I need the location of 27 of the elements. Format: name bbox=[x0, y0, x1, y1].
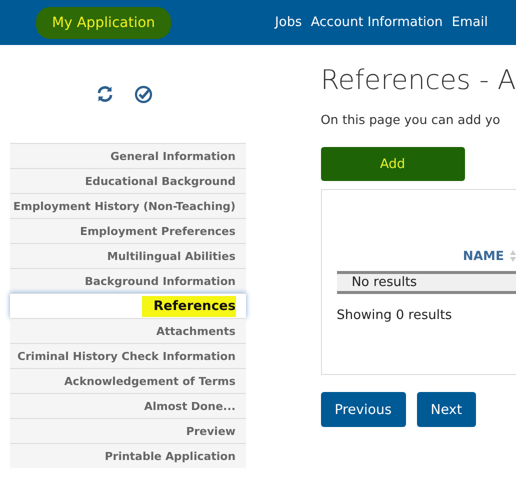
sidebar-item[interactable]: Multilingual Abilities bbox=[10, 243, 246, 268]
sidebar-item[interactable]: Attachments bbox=[10, 318, 246, 343]
previous-button[interactable]: Previous bbox=[320, 392, 406, 427]
add-button[interactable]: Add bbox=[320, 147, 465, 181]
refresh-icon[interactable] bbox=[96, 85, 114, 103]
sidebar-item[interactable]: Educational Background bbox=[10, 168, 246, 193]
nav-link[interactable]: Account Information bbox=[310, 15, 443, 30]
check-circle-icon[interactable] bbox=[134, 84, 153, 104]
sidebar-item[interactable]: Almost Done... bbox=[10, 393, 246, 418]
next-button[interactable]: Next bbox=[416, 392, 476, 427]
nav-link[interactable]: Email bbox=[452, 15, 488, 30]
sidebar-item[interactable]: References bbox=[10, 293, 246, 318]
sidebar-item[interactable]: Preview bbox=[10, 418, 246, 443]
sidebar-item[interactable]: Employment History (Non-Teaching) bbox=[10, 193, 246, 218]
intro-text: On this page you can add yo bbox=[320, 112, 502, 127]
table-cell-text: No results bbox=[350, 275, 417, 290]
sidebar-item[interactable]: Printable Application bbox=[10, 443, 246, 468]
sidebar-item[interactable]: General Information bbox=[10, 143, 246, 168]
sidebar-item[interactable]: Criminal History Check Information bbox=[10, 343, 246, 368]
page-title: References - A bbox=[320, 65, 516, 96]
sidebar-item[interactable]: Acknowledgement of Terms bbox=[10, 368, 246, 393]
results-summary: Showing 0 results bbox=[336, 308, 453, 323]
sidebar-item[interactable]: Employment Preferences bbox=[10, 218, 246, 243]
sidebar-item[interactable]: Background Information bbox=[10, 268, 246, 293]
brand-link[interactable]: My Application bbox=[36, 6, 172, 38]
nav-link[interactable]: Jobs bbox=[275, 15, 302, 30]
column-header[interactable]: NAME bbox=[462, 248, 504, 263]
